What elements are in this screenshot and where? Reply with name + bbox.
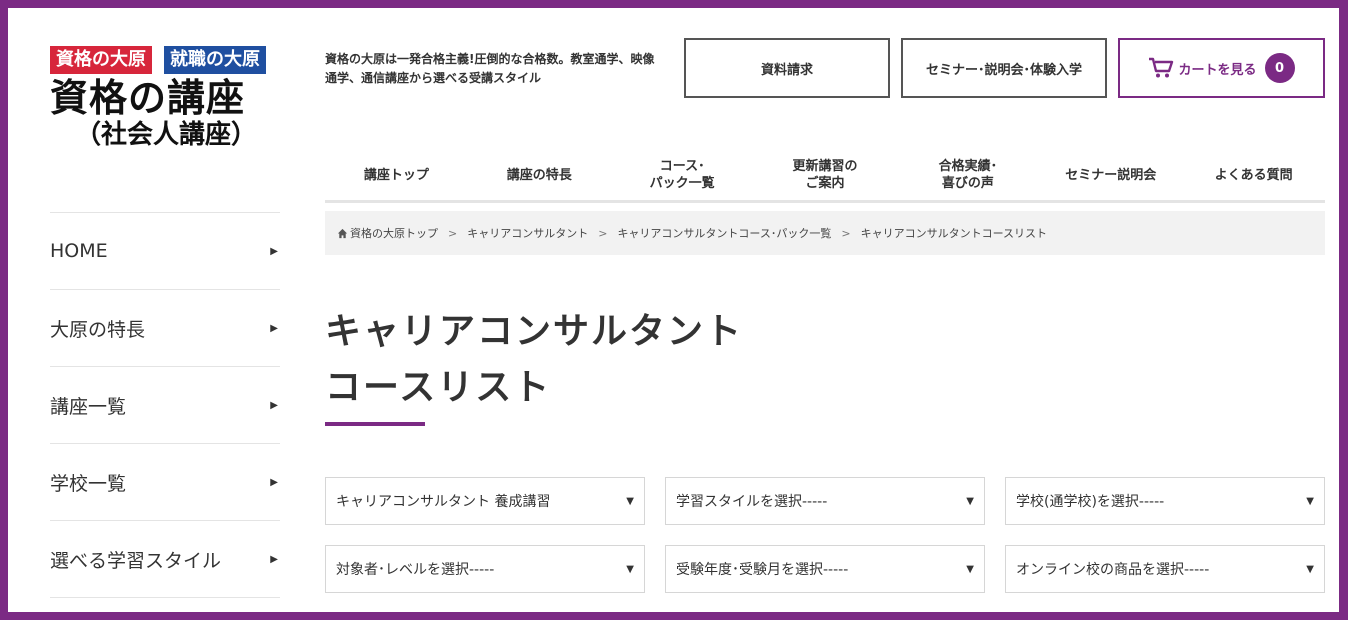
page-frame: 資格の大原 就職の大原 資格の講座 （社会人講座） HOME ▶ 大原の特長 ▶… bbox=[8, 8, 1339, 612]
learning-style-select[interactable]: 学習スタイルを選択----- ▼ bbox=[665, 477, 985, 525]
nav-course-pack-list[interactable]: コース･ パック一覧 bbox=[611, 150, 754, 200]
breadcrumb-separator: > bbox=[598, 226, 608, 240]
page-title-line1: キャリアコンサルタント bbox=[325, 311, 744, 352]
sidebar-item-courses[interactable]: 講座一覧 ▶ bbox=[50, 366, 280, 443]
cart-count-badge: 0 bbox=[1264, 53, 1295, 83]
sidebar-item-label: 大原の特長 bbox=[50, 318, 146, 341]
learning-style-select-value: 学習スタイルを選択----- bbox=[676, 494, 828, 510]
logo-main-text: 資格の講座 bbox=[50, 76, 246, 120]
course-select[interactable]: キャリアコンサルタント 養成講習 ▼ bbox=[325, 477, 645, 525]
target-level-select[interactable]: 対象者･レベルを選択----- ▼ bbox=[325, 545, 645, 593]
breadcrumb-item[interactable]: キャリアコンサルタントコース･パック一覧 bbox=[617, 225, 831, 241]
chevron-right-icon: ▶ bbox=[270, 476, 278, 488]
sidebar-divider bbox=[50, 597, 280, 598]
chevron-right-icon: ▶ bbox=[270, 553, 278, 565]
online-product-select[interactable]: オンライン校の商品を選択----- ▼ bbox=[1005, 545, 1325, 593]
chevron-right-icon: ▶ bbox=[270, 245, 278, 257]
nav-renewal-info[interactable]: 更新講習の ご案内 bbox=[754, 150, 897, 200]
breadcrumb-separator: > bbox=[448, 226, 458, 240]
breadcrumb-item[interactable]: キャリアコンサルタント bbox=[467, 225, 588, 241]
chevron-right-icon: ▶ bbox=[270, 322, 278, 334]
exam-date-select[interactable]: 受験年度･受験月を選択----- ▼ bbox=[665, 545, 985, 593]
chevron-right-icon: ▶ bbox=[270, 399, 278, 411]
sidebar-item-label: HOME bbox=[50, 240, 108, 262]
nav-results-voices[interactable]: 合格実績･ 喜びの声 bbox=[896, 150, 1039, 200]
header-tagline: 資格の大原は一発合格主義!圧倒的な合格数。教室通学、映像通学、通信講座から選べる… bbox=[325, 52, 655, 85]
logo-sub-text: （社会人講座） bbox=[74, 120, 257, 150]
caret-down-icon: ▼ bbox=[1306, 563, 1314, 575]
sidebar-item-styles[interactable]: 選べる学習スタイル ▶ bbox=[50, 520, 280, 597]
target-level-select-value: 対象者･レベルを選択----- bbox=[336, 562, 495, 578]
breadcrumb-current: キャリアコンサルタントコースリスト bbox=[860, 227, 1048, 240]
caret-down-icon: ▼ bbox=[626, 563, 634, 575]
view-cart-label: カートを見る bbox=[1178, 62, 1257, 78]
filter-grid: キャリアコンサルタント 養成講習 ▼ 学習スタイルを選択----- ▼ 学校(通… bbox=[325, 477, 1325, 593]
sidebar-item-label: 選べる学習スタイル bbox=[50, 549, 222, 572]
course-select-value: キャリアコンサルタント 養成講習 bbox=[336, 494, 551, 510]
nav-faq[interactable]: よくある質問 bbox=[1182, 150, 1325, 200]
page-title-line2: コースリスト bbox=[325, 367, 552, 408]
main-nav: 講座トップ 講座の特長 コース･ パック一覧 更新講習の ご案内 合格実績･ 喜… bbox=[325, 150, 1325, 203]
breadcrumb-item[interactable]: 資格の大原トップ bbox=[350, 225, 438, 241]
cart-icon bbox=[1149, 57, 1174, 78]
breadcrumb-separator: > bbox=[841, 226, 851, 240]
seminar-label: セミナー･説明会･体験入学 bbox=[925, 62, 1082, 78]
view-cart-button[interactable]: カートを見る 0 bbox=[1118, 38, 1325, 98]
online-product-select-value: オンライン校の商品を選択----- bbox=[1016, 562, 1210, 578]
sidebar-item-label: 学校一覧 bbox=[50, 472, 127, 495]
sidebar-item-home[interactable]: HOME ▶ bbox=[50, 212, 280, 289]
school-select-value: 学校(通学校)を選択----- bbox=[1016, 494, 1165, 510]
breadcrumb: 資格の大原トップ > キャリアコンサルタント > キャリアコンサルタントコース･… bbox=[325, 211, 1325, 255]
sidebar-item-schools[interactable]: 学校一覧 ▶ bbox=[50, 443, 280, 520]
caret-down-icon: ▼ bbox=[966, 495, 974, 507]
caret-down-icon: ▼ bbox=[626, 495, 634, 507]
sidebar-item-label: 講座一覧 bbox=[50, 395, 127, 418]
seminar-button[interactable]: セミナー･説明会･体験入学 bbox=[901, 38, 1107, 98]
sidebar-item-features[interactable]: 大原の特長 ▶ bbox=[50, 289, 280, 366]
sidebar-nav: HOME ▶ 大原の特長 ▶ 講座一覧 ▶ 学校一覧 ▶ 選べる学習スタイル ▶ bbox=[50, 212, 280, 598]
caret-down-icon: ▼ bbox=[966, 563, 974, 575]
caret-down-icon: ▼ bbox=[1306, 495, 1314, 507]
nav-course-features[interactable]: 講座の特長 bbox=[468, 150, 611, 200]
page-title: キャリアコンサルタント コースリスト bbox=[325, 304, 743, 416]
nav-course-top[interactable]: 講座トップ bbox=[325, 150, 468, 200]
request-brochure-label: 資料請求 bbox=[760, 62, 813, 78]
school-select[interactable]: 学校(通学校)を選択----- ▼ bbox=[1005, 477, 1325, 525]
home-icon bbox=[337, 228, 348, 238]
logo-badge-shushoku: 就職の大原 bbox=[164, 46, 266, 74]
site-logo[interactable]: 資格の大原 就職の大原 資格の講座 （社会人講座） bbox=[50, 46, 282, 150]
logo-badges: 資格の大原 就職の大原 bbox=[50, 46, 282, 74]
title-underline bbox=[325, 422, 425, 426]
request-brochure-button[interactable]: 資料請求 bbox=[684, 38, 890, 98]
logo-badge-shikaku: 資格の大原 bbox=[50, 46, 152, 74]
nav-seminar[interactable]: セミナー説明会 bbox=[1039, 150, 1182, 200]
exam-date-select-value: 受験年度･受験月を選択----- bbox=[676, 562, 849, 578]
